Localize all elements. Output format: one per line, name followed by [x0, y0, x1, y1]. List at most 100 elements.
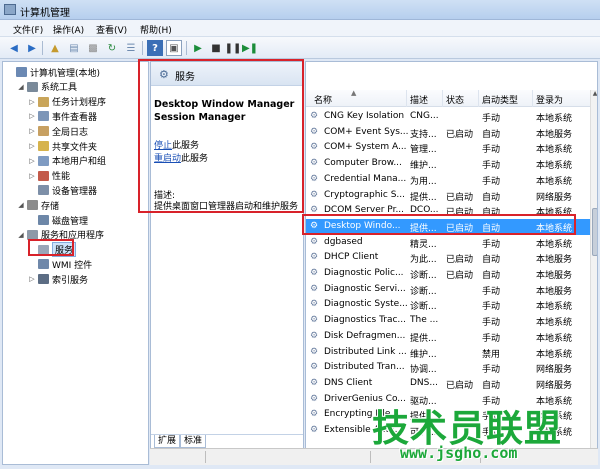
collapsed-arrow-icon[interactable]: ▷ — [28, 98, 36, 106]
tree-item[interactable]: 磁盘管理 — [28, 213, 88, 227]
collapsed-arrow-icon[interactable]: ▷ — [28, 142, 36, 150]
service-gear-icon: ⚙ — [310, 205, 319, 216]
back-icon[interactable]: ◀ — [6, 40, 22, 56]
table-row[interactable]: ⚙ DNS Client DNS... 已启动 自动 网络服务 — [306, 376, 590, 392]
collapsed-arrow-icon[interactable]: ▷ — [28, 157, 36, 165]
watermark-url: www.jsgho.com — [400, 444, 518, 462]
tree-node-icon — [38, 274, 49, 285]
table-row[interactable]: ⚙ Computer Brow... 维护... 手动 本地系统 — [306, 156, 590, 172]
table-row[interactable]: ⚙ Distributed Tran... 协调... 手动 网络服务 — [306, 360, 590, 376]
tree-item[interactable]: ▷ 事件查看器 — [28, 109, 97, 123]
menu-action[interactable]: 操作(A) — [53, 23, 84, 36]
menu-file[interactable]: 文件(F) — [13, 23, 43, 36]
scroll-up-icon[interactable]: ▲ — [591, 90, 597, 100]
help-icon[interactable]: ? — [147, 40, 163, 56]
collapsed-arrow-icon[interactable]: ▷ — [28, 275, 36, 283]
tab-standard[interactable]: 标准 — [180, 435, 207, 448]
up-folder-icon[interactable]: ▲ — [47, 40, 63, 56]
forward-icon[interactable]: ▶ — [24, 40, 40, 56]
service-description: 为此... — [410, 255, 437, 266]
service-gear-icon: ⚙ — [310, 315, 319, 326]
service-startup-type: 手动 — [482, 145, 501, 156]
table-row[interactable]: ⚙ Credential Mana... 为用... 手动 本地系统 — [306, 172, 590, 188]
expanded-arrow-icon[interactable]: ◢ — [17, 231, 25, 239]
status-divider — [370, 451, 371, 463]
restart-service-link[interactable]: 重启动 — [154, 154, 181, 164]
view-icon[interactable]: ▣ — [166, 40, 182, 56]
table-row[interactable]: ⚙ Diagnostics Trac... The ... 手动 本地系统 — [306, 313, 590, 329]
table-row[interactable]: ⚙ DCOM Server Pr... DCO... 已启动 自动 本地系统 — [306, 203, 590, 219]
column-name[interactable]: 名称 — [314, 93, 332, 106]
tree-item[interactable]: 设备管理器 — [28, 183, 97, 197]
table-row[interactable]: ⚙ Disk Defragmen... 提供... 手动 本地系统 — [306, 329, 590, 345]
tree-item[interactable]: ▷ 性能 — [28, 169, 70, 183]
collapsed-arrow-icon[interactable]: ▷ — [28, 127, 36, 135]
table-row[interactable]: ⚙ Diagnostic Syste... 诊断... 手动 本地系统 — [306, 297, 590, 313]
view-tabs: 扩展 标准 — [151, 434, 303, 448]
stop-icon[interactable]: ■ — [208, 40, 224, 56]
export-icon[interactable]: ▩ — [85, 40, 101, 56]
service-description: 提供... — [410, 192, 437, 203]
column-divider[interactable] — [442, 90, 443, 107]
expanded-arrow-icon[interactable]: ◢ — [17, 83, 25, 91]
tree-item[interactable]: WMI 控件 — [28, 257, 92, 271]
table-row[interactable]: ⚙ dgbased 精灵... 手动 本地系统 — [306, 235, 590, 251]
tree-item[interactable]: ◢ 存储 — [17, 198, 59, 212]
tree-item[interactable]: ▷ 共享文件夹 — [28, 139, 97, 153]
table-row[interactable]: ⚙ Desktop Windo... 提供... 已启动 自动 本地系统 — [306, 218, 590, 235]
gear-icon: ⚙ — [159, 68, 169, 81]
column-divider[interactable] — [478, 90, 479, 107]
tree-item[interactable]: ◢ 系统工具 — [17, 80, 77, 94]
column-description[interactable]: 描述 — [410, 93, 428, 106]
restart-icon[interactable]: ▶❚ — [242, 40, 258, 56]
column-divider[interactable] — [532, 90, 533, 107]
tree-item[interactable]: ▷ 任务计划程序 — [28, 95, 106, 109]
column-logon-as[interactable]: 登录为 — [536, 93, 563, 106]
service-gear-icon: ⚙ — [310, 377, 319, 388]
collapsed-arrow-icon[interactable]: ▷ — [28, 112, 36, 120]
table-row[interactable]: ⚙ Cryptographic S... 提供... 已启动 自动 网络服务 — [306, 188, 590, 204]
service-name: dgbased — [324, 236, 363, 247]
play-icon[interactable]: ▶ — [190, 40, 206, 56]
service-gear-icon: ⚙ — [310, 362, 319, 373]
pause-icon[interactable]: ❚❚ — [225, 40, 242, 56]
menu-view[interactable]: 查看(V) — [96, 23, 127, 36]
tab-extended[interactable]: 扩展 — [154, 435, 181, 448]
service-logon: 本地服务 — [536, 271, 573, 281]
table-row[interactable]: ⚙ DHCP Client 为此... 已启动 自动 本地服务 — [306, 250, 590, 266]
collapsed-arrow-icon[interactable]: ▷ — [28, 172, 36, 180]
tree-item[interactable]: ▷ 本地用户和组 — [28, 154, 106, 168]
restart-service-action: 重启动此服务 — [154, 151, 208, 164]
scroll-thumb[interactable] — [592, 208, 597, 256]
stop-service-link[interactable]: 停止 — [154, 141, 172, 151]
table-row[interactable]: ⚙ COM+ Event Sys... 支持... 已启动 自动 本地服务 — [306, 125, 590, 141]
table-row[interactable]: ⚙ CNG Key Isolation CNG... 手动 本地系统 — [306, 109, 590, 125]
menu-help[interactable]: 帮助(H) — [140, 23, 172, 36]
service-logon: 本地系统 — [536, 349, 573, 360]
tree-item[interactable]: 服务 — [28, 242, 77, 258]
tree-item-label: 设备管理器 — [52, 186, 98, 197]
list-icon[interactable]: ☰ — [123, 40, 139, 56]
properties-icon[interactable]: ▤ — [66, 40, 82, 56]
services-header-title: 服务 — [175, 72, 195, 83]
column-status[interactable]: 状态 — [446, 93, 464, 106]
table-row[interactable]: ⚙ COM+ System A... 管理... 手动 本地系统 — [306, 140, 590, 156]
service-gear-icon: ⚙ — [310, 425, 319, 435]
tree-item[interactable]: 计算机管理(本地) — [6, 65, 100, 79]
service-status: 已启动 — [446, 208, 474, 219]
service-gear-icon: ⚙ — [310, 158, 319, 169]
table-row[interactable]: ⚙ Diagnostic Servi... 诊断... 手动 本地服务 — [306, 282, 590, 298]
table-row[interactable]: ⚙ Diagnostic Polic... 诊断... 已启动 自动 本地服务 — [306, 266, 590, 282]
tree-item[interactable]: ◢ 服务和应用程序 — [17, 228, 104, 242]
service-description: 诊断... — [410, 302, 437, 313]
expanded-arrow-icon[interactable]: ◢ — [17, 201, 25, 209]
tree-item-label: 服务 — [52, 242, 77, 258]
column-startup-type[interactable]: 启动类型 — [482, 93, 518, 106]
tree-item[interactable]: ▷ 全局日志 — [28, 124, 88, 138]
table-row[interactable]: ⚙ Distributed Link ... 维护... 禁用 本地系统 — [306, 345, 590, 361]
column-divider[interactable] — [406, 90, 407, 107]
refresh-icon[interactable]: ↻ — [104, 40, 120, 56]
service-name: Diagnostics Trac... — [324, 315, 407, 326]
service-status: 已启动 — [446, 129, 474, 140]
tree-item[interactable]: ▷ 索引服务 — [28, 272, 88, 286]
